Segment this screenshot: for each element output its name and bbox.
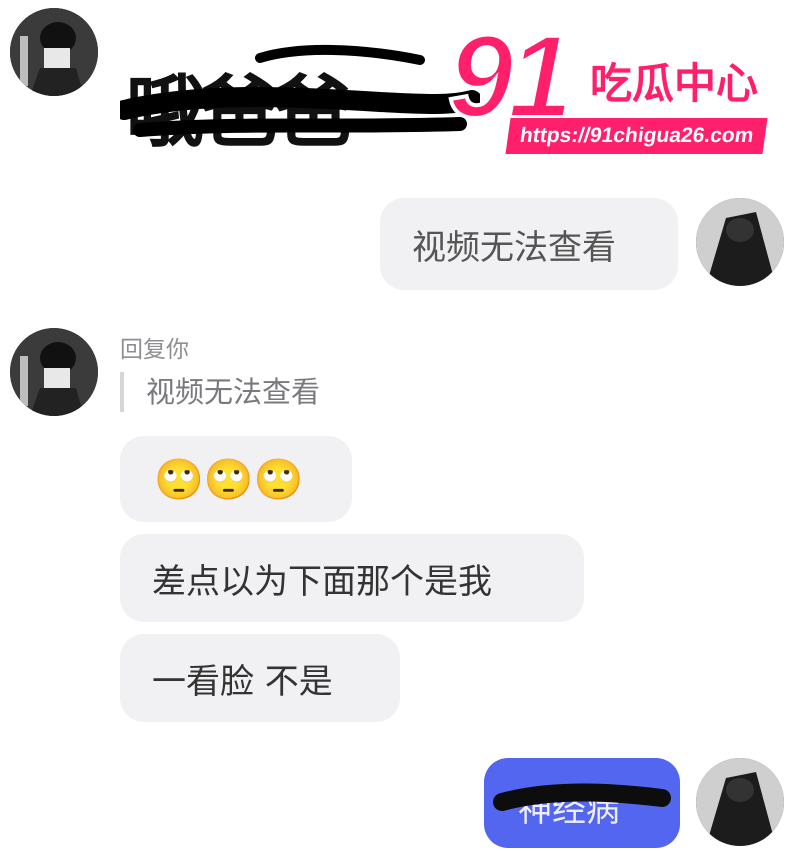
- message-bubble-received[interactable]: 一看脸 不是: [120, 634, 400, 722]
- person-avatar-icon: [696, 198, 784, 286]
- my-avatar[interactable]: [696, 758, 784, 846]
- watermark: 91 吃瓜中心 https://91chigua26.com: [440, 8, 795, 158]
- message-text: 一看脸 不是: [152, 661, 333, 702]
- contact-avatar[interactable]: [10, 8, 98, 96]
- message-text: 差点以为下面那个是我: [152, 561, 492, 602]
- quoted-message[interactable]: 视频无法查看: [120, 372, 320, 412]
- contact-avatar[interactable]: [10, 328, 98, 416]
- message-bubble-received[interactable]: 差点以为下面那个是我: [120, 534, 584, 622]
- person-avatar-icon: [10, 8, 98, 96]
- watermark-url: https://91chigua26.com: [505, 118, 768, 154]
- person-avatar-icon: [696, 758, 784, 846]
- reply-label: 回复你: [120, 337, 189, 363]
- quoted-text: 视频无法查看: [146, 375, 321, 409]
- my-avatar[interactable]: [696, 198, 784, 286]
- emoji-rolling-eyes-icon: 🙄🙄🙄: [154, 456, 304, 503]
- person-avatar-icon: [10, 328, 98, 416]
- message-bubble-sent[interactable]: 视频无法查看: [380, 198, 678, 290]
- message-text: 视频无法查看: [412, 227, 616, 268]
- message-bubble-received[interactable]: 🙄🙄🙄: [120, 436, 352, 522]
- redaction-scribble-icon: [493, 783, 671, 811]
- message-bubble-sent[interactable]: 神经病: [484, 758, 680, 848]
- watermark-label: 吃瓜中心: [590, 59, 759, 108]
- contact-name: 哦爸爸: [120, 38, 480, 158]
- redaction-scribble-icon: [120, 44, 480, 137]
